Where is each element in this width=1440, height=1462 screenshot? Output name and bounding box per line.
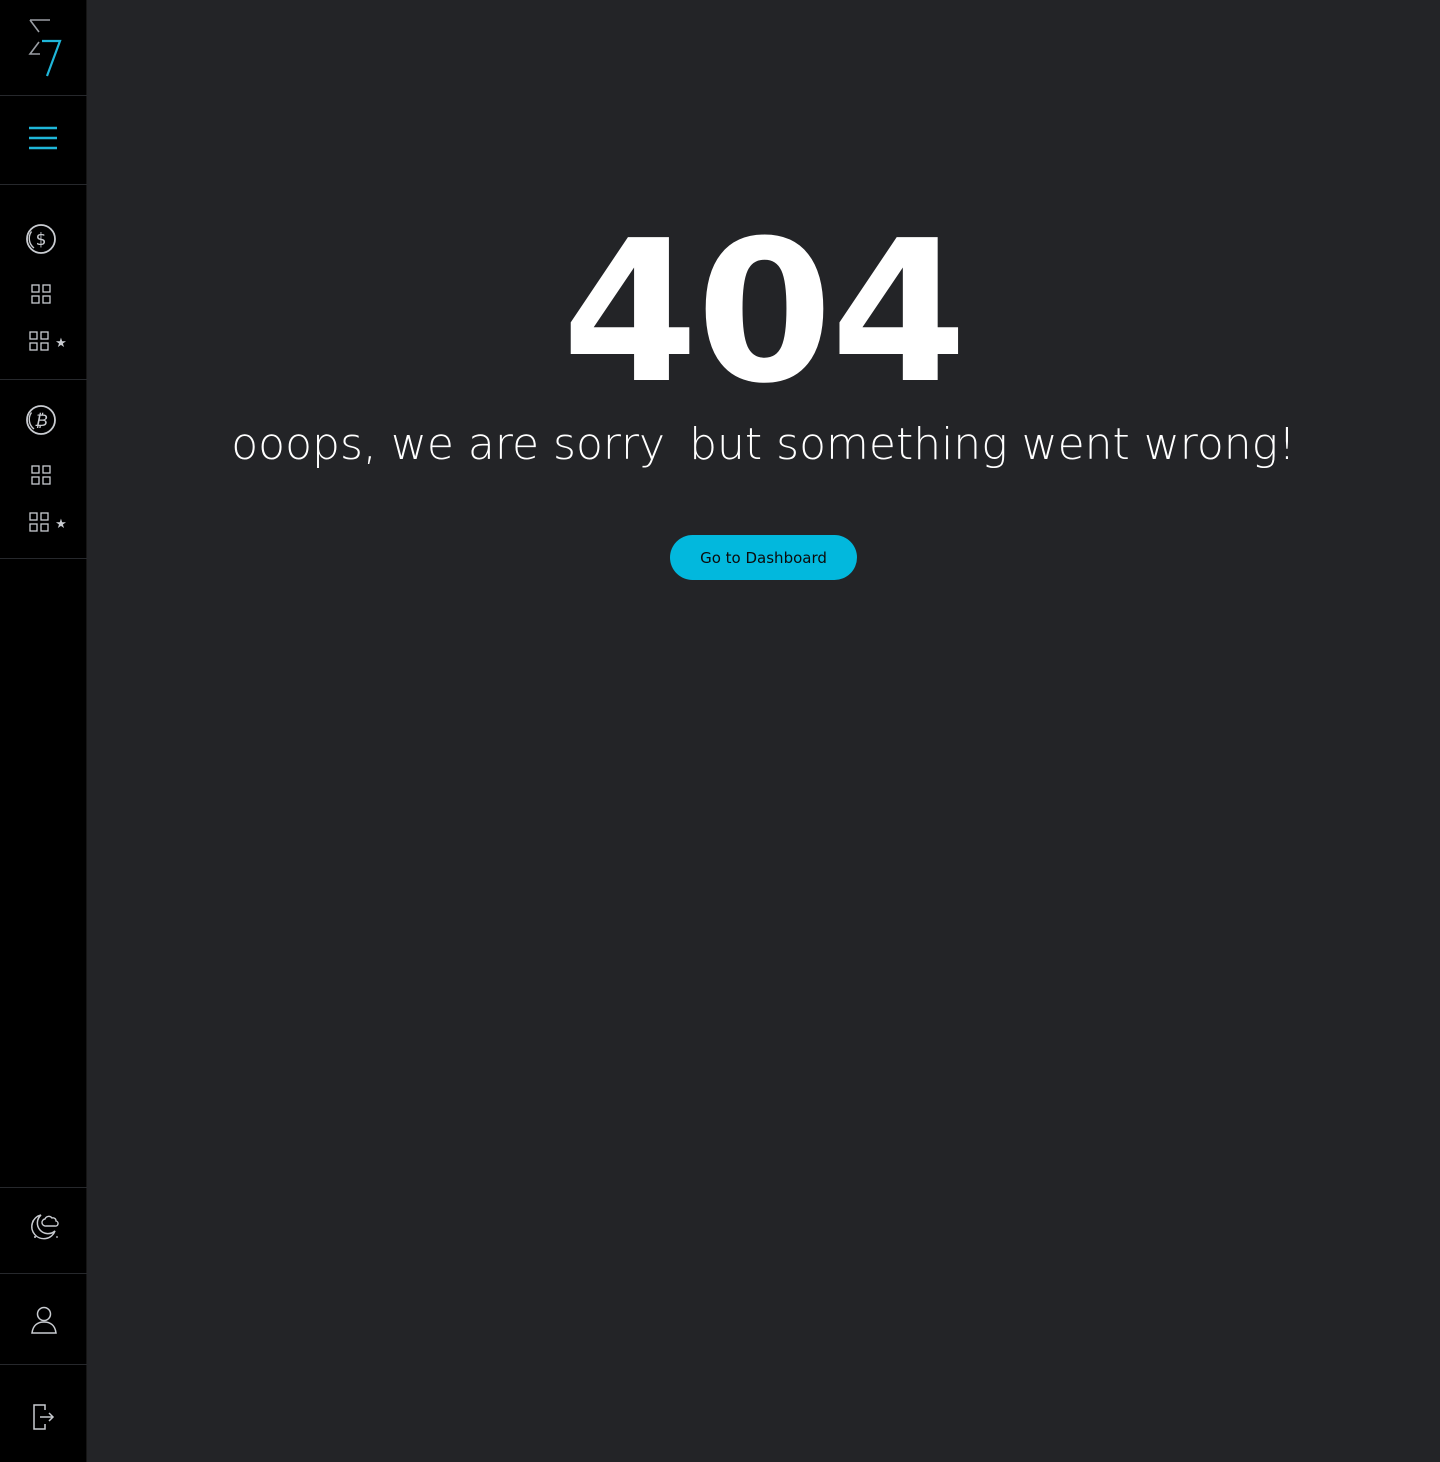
grid-favorites-icon[interactable]: ★ — [28, 511, 72, 535]
sidebar-divider — [0, 1364, 87, 1365]
sidebar-divider — [0, 558, 87, 559]
logout-icon[interactable] — [26, 1397, 62, 1437]
dollar-coin-icon[interactable]: $ — [20, 220, 62, 258]
svg-text:$: $ — [36, 230, 47, 250]
sidebar-divider — [0, 184, 87, 185]
error-message: ooops, we are sorry but something went w… — [87, 415, 1440, 475]
sidebar-divider — [0, 95, 87, 96]
logo-icon[interactable] — [22, 16, 66, 80]
error-message-part1: ooops, we are sorry — [231, 419, 666, 470]
sidebar-divider — [0, 1187, 87, 1188]
error-code: 404 — [561, 199, 967, 427]
svg-text:★: ★ — [55, 336, 67, 351]
error-message-part2: but something went wrong! — [689, 419, 1296, 470]
sidebar-divider — [0, 1273, 87, 1274]
sidebar: $ ★ ₿ ★ — [0, 0, 87, 1462]
hamburger-menu-icon[interactable] — [21, 118, 65, 158]
grid-icon[interactable] — [28, 283, 54, 305]
main-content: 404 ooops, we are sorry but something we… — [87, 0, 1440, 1462]
grid-icon[interactable] — [28, 464, 54, 486]
svg-text:₿: ₿ — [34, 411, 47, 431]
svg-text:★: ★ — [55, 517, 67, 532]
go-to-dashboard-button[interactable]: Go to Dashboard — [670, 535, 857, 580]
grid-favorites-icon[interactable]: ★ — [28, 330, 72, 354]
user-icon[interactable] — [24, 1300, 64, 1340]
theme-toggle-icon[interactable] — [24, 1206, 64, 1246]
bitcoin-icon[interactable]: ₿ — [20, 401, 62, 439]
sidebar-divider — [0, 379, 87, 380]
